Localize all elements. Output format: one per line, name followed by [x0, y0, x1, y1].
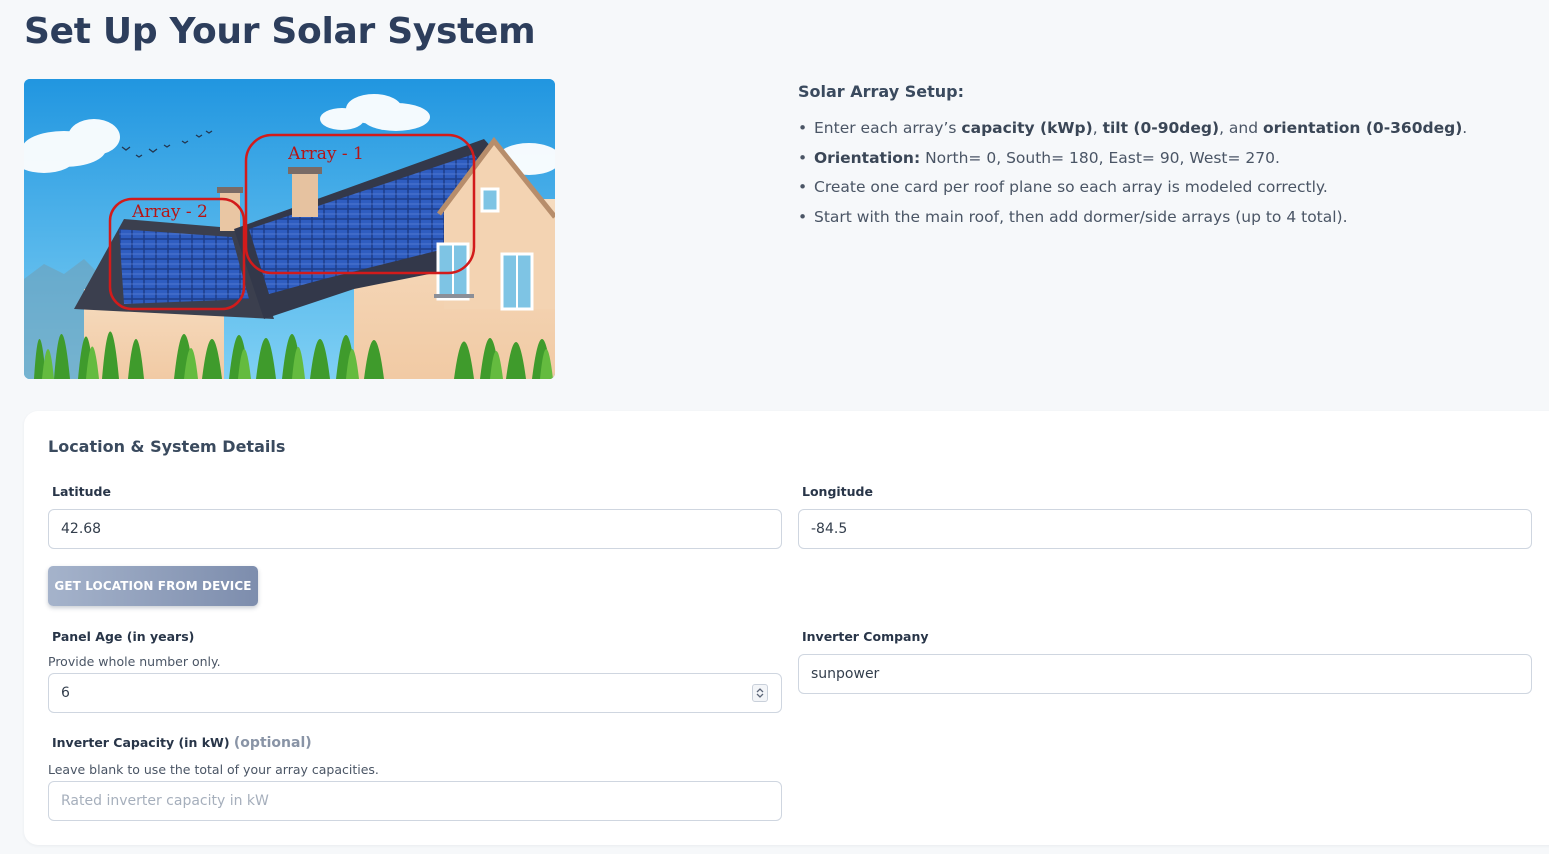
array-2-label: Array - 2 — [131, 202, 208, 222]
bullet-icon: • — [798, 119, 808, 137]
list-item-text: , and — [1219, 119, 1264, 137]
panel-age-help: Provide whole number only. — [48, 654, 221, 669]
panel-age-stepper[interactable] — [752, 684, 768, 702]
list-item-text: Start with the main roof, then add dorme… — [814, 207, 1348, 226]
inverter-capacity-label-text: Inverter Capacity (in kW) — [52, 735, 230, 750]
inverter-company-label: Inverter Company — [802, 629, 929, 644]
optional-tag: (optional) — [233, 735, 312, 751]
bullet-icon: • — [798, 178, 808, 196]
list-item-text: . — [1462, 119, 1468, 137]
list-item-text: Enter each array’s — [814, 119, 962, 137]
instructions-list: • Enter each array’s capacity (kWp), tilt… — [798, 114, 1518, 232]
page: Set Up Your Solar System Array - 1 Array… — [0, 0, 1549, 854]
list-item: • Start with the main roof, then add dorm… — [798, 203, 1518, 233]
instructions-title: Solar Array Setup: — [798, 82, 964, 101]
list-item-text: , — [1092, 119, 1103, 137]
panel-age-label: Panel Age (in years) — [52, 629, 195, 644]
latitude-label: Latitude — [52, 484, 111, 499]
house-solar-illustration: Array - 1 Array - 2 — [24, 79, 555, 379]
inverter-company-input[interactable] — [798, 654, 1532, 694]
array-1-label: Array - 1 — [287, 144, 364, 164]
list-item-emphasis: tilt (0-90deg) — [1102, 119, 1220, 137]
list-item-text: Create one card per roof plane so each a… — [814, 178, 1328, 196]
longitude-input[interactable] — [798, 509, 1532, 549]
location-system-card: Location & System Details Latitude Longi… — [24, 411, 1549, 845]
list-item-emphasis: orientation (0-360deg) — [1263, 119, 1463, 137]
longitude-label: Longitude — [802, 484, 873, 499]
bullet-icon: • — [798, 148, 808, 167]
list-item: • Enter each array’s capacity (kWp), tilt… — [798, 114, 1518, 144]
bullet-icon: • — [798, 207, 808, 226]
inverter-capacity-help: Leave blank to use the total of your arr… — [48, 762, 379, 777]
latitude-input[interactable] — [48, 509, 782, 549]
stepper-arrows-icon — [756, 688, 764, 698]
inverter-capacity-input[interactable] — [48, 781, 782, 821]
panel-age-input[interactable] — [48, 673, 782, 713]
instructions-panel: Solar Array Setup: • Enter each array’s c… — [798, 80, 1518, 232]
list-item-emphasis: capacity (kWp) — [961, 119, 1093, 137]
get-location-button[interactable]: GET LOCATION FROM DEVICE — [48, 566, 258, 606]
page-title: Set Up Your Solar System — [24, 11, 536, 52]
list-item-emphasis: Orientation: — [814, 148, 921, 167]
list-item: • Create one card per roof plane so each … — [798, 173, 1518, 203]
card-title: Location & System Details — [48, 437, 286, 456]
list-item: • Orientation: North= 0, South= 180, East… — [798, 144, 1518, 174]
list-item-text: North= 0, South= 180, East= 90, West= 27… — [920, 148, 1280, 167]
inverter-capacity-label: Inverter Capacity (in kW) (optional) — [52, 735, 312, 751]
